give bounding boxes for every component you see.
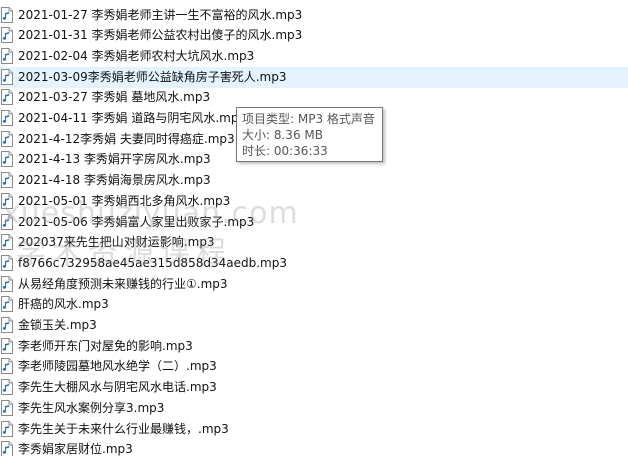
file-name: 李秀娟家居财位.mp3 — [18, 442, 133, 456]
file-name: 李先生大棚风水与阴宅风水电话.mp3 — [18, 380, 217, 395]
file-name: 金锁玉关.mp3 — [18, 318, 97, 332]
audio-file-icon — [1, 379, 13, 396]
file-name: 2021-01-31 李秀娟老师公益农村出傻子的风水.mp3 — [18, 28, 303, 43]
audio-file-icon — [1, 6, 13, 23]
file-row[interactable]: 2021-03-09李秀娟老师公益缺角房子害死人.mp3 — [0, 66, 628, 88]
file-row[interactable]: 李先生关于未来什么行业最赚钱，.mp3 — [0, 419, 628, 440]
audio-file-icon — [1, 192, 13, 209]
file-row[interactable]: 金锁玉关.mp3 — [0, 315, 628, 336]
file-name: 202037来先生把山对财运影响.mp3 — [18, 235, 215, 250]
file-name: 2021-4-18 李秀娟海景房风水.mp3 — [18, 173, 211, 188]
audio-file-icon — [1, 296, 13, 313]
file-name: 2021-04-11 李秀娟 道路与阴宅风水.mp3 — [18, 111, 247, 125]
audio-file-icon — [1, 358, 13, 375]
audio-file-icon — [1, 213, 13, 230]
audio-file-icon — [1, 89, 13, 106]
audio-file-icon — [1, 172, 13, 189]
file-name: 2021-03-09李秀娟老师公益缺角房子害死人.mp3 — [18, 69, 287, 84]
file-list: 2021-01-27 李秀娟老师主讲一生不富裕的风水.mp3 2021-01-31… — [0, 0, 628, 456]
audio-file-icon — [1, 27, 13, 44]
file-row[interactable]: 2021-05-06 李秀娟富人家里出败家子.mp3 — [0, 212, 628, 233]
audio-file-icon — [1, 275, 13, 292]
file-row[interactable]: 李老师陵园墓地风水绝学（二）.mp3 — [0, 356, 628, 377]
file-name: 肝癌的风水.mp3 — [18, 297, 109, 312]
tooltip-size: 大小: 8.36 MB — [242, 128, 323, 142]
file-name: 2021-05-01 李秀娟西北多角风水.mp3 — [18, 193, 231, 208]
file-name: 2021-02-04 李秀娟老师农村大坑风水.mp3 — [18, 48, 255, 63]
audio-file-icon — [1, 47, 13, 64]
file-row[interactable]: 2021-01-27 李秀娟老师主讲一生不富裕的风水.mp3 — [0, 5, 628, 26]
file-row[interactable]: 从易经角度预测未来赚钱的行业①.mp3 — [0, 274, 628, 295]
file-name: 李老师陵园墓地风水绝学（二）.mp3 — [18, 359, 217, 374]
audio-file-icon — [1, 110, 13, 126]
audio-file-icon — [1, 420, 13, 437]
file-row[interactable]: 李秀娟家居财位.mp3 — [0, 439, 628, 456]
file-name: 2021-03-27 李秀娟 墓地风水.mp3 — [18, 90, 211, 105]
file-row[interactable]: 肝癌的风水.mp3 — [0, 294, 628, 315]
audio-file-icon — [1, 441, 13, 456]
file-row[interactable]: 2021-02-04 李秀娟老师农村大坑风水.mp3 — [0, 46, 628, 67]
file-name: f8766c732958ae45ae315d858d34aedb.mp3 — [18, 255, 287, 270]
audio-file-icon — [1, 254, 13, 271]
audio-file-icon — [1, 234, 13, 251]
file-name: 李先生风水案例分享3.mp3 — [18, 400, 165, 415]
file-row[interactable]: f8766c732958ae45ae315d858d34aedb.mp3 — [0, 253, 628, 274]
file-row[interactable]: 2021-05-01 李秀娟西北多角风水.mp3 — [0, 191, 628, 212]
file-info-tooltip: 项目类型: MP3 格式声音 大小: 8.36 MB 时长: 00:36:33 — [236, 107, 383, 162]
file-row[interactable]: 李先生大棚风水与阴宅风水电话.mp3 — [0, 377, 628, 398]
audio-file-icon — [1, 130, 13, 147]
file-row[interactable]: 202037来先生把山对财运影响.mp3 — [0, 232, 628, 253]
file-name: 李老师开东门对屋免的影响.mp3 — [18, 338, 193, 353]
file-row[interactable]: 2021-01-31 李秀娟老师公益农村出傻子的风水.mp3 — [0, 25, 628, 46]
audio-file-icon — [1, 68, 13, 85]
file-name: 2021-01-27 李秀娟老师主讲一生不富裕的风水.mp3 — [18, 7, 303, 22]
file-name: 2021-05-06 李秀娟富人家里出败家子.mp3 — [18, 214, 255, 229]
file-name: 从易经角度预测未来赚钱的行业①.mp3 — [18, 276, 228, 291]
audio-file-icon — [1, 317, 13, 333]
file-row[interactable]: 李老师开东门对屋免的影响.mp3 — [0, 336, 628, 357]
file-row[interactable]: 2021-03-27 李秀娟 墓地风水.mp3 — [0, 87, 628, 108]
audio-file-icon — [1, 399, 13, 416]
file-name: 2021-4-13 李秀娟开字房风水.mp3 — [18, 152, 211, 167]
tooltip-duration: 时长: 00:36:33 — [242, 144, 328, 158]
file-row[interactable]: 李先生风水案例分享3.mp3 — [0, 398, 628, 419]
file-name: 2021-4-12李秀娟 夫妻同时得癌症.mp3 — [18, 131, 235, 146]
file-row[interactable]: 2021-4-18 李秀娟海景房风水.mp3 — [0, 170, 628, 191]
tooltip-type: 项目类型: MP3 格式声音 — [242, 112, 375, 126]
audio-file-icon — [1, 337, 13, 354]
audio-file-icon — [1, 151, 13, 168]
file-name: 李先生关于未来什么行业最赚钱，.mp3 — [18, 421, 229, 436]
